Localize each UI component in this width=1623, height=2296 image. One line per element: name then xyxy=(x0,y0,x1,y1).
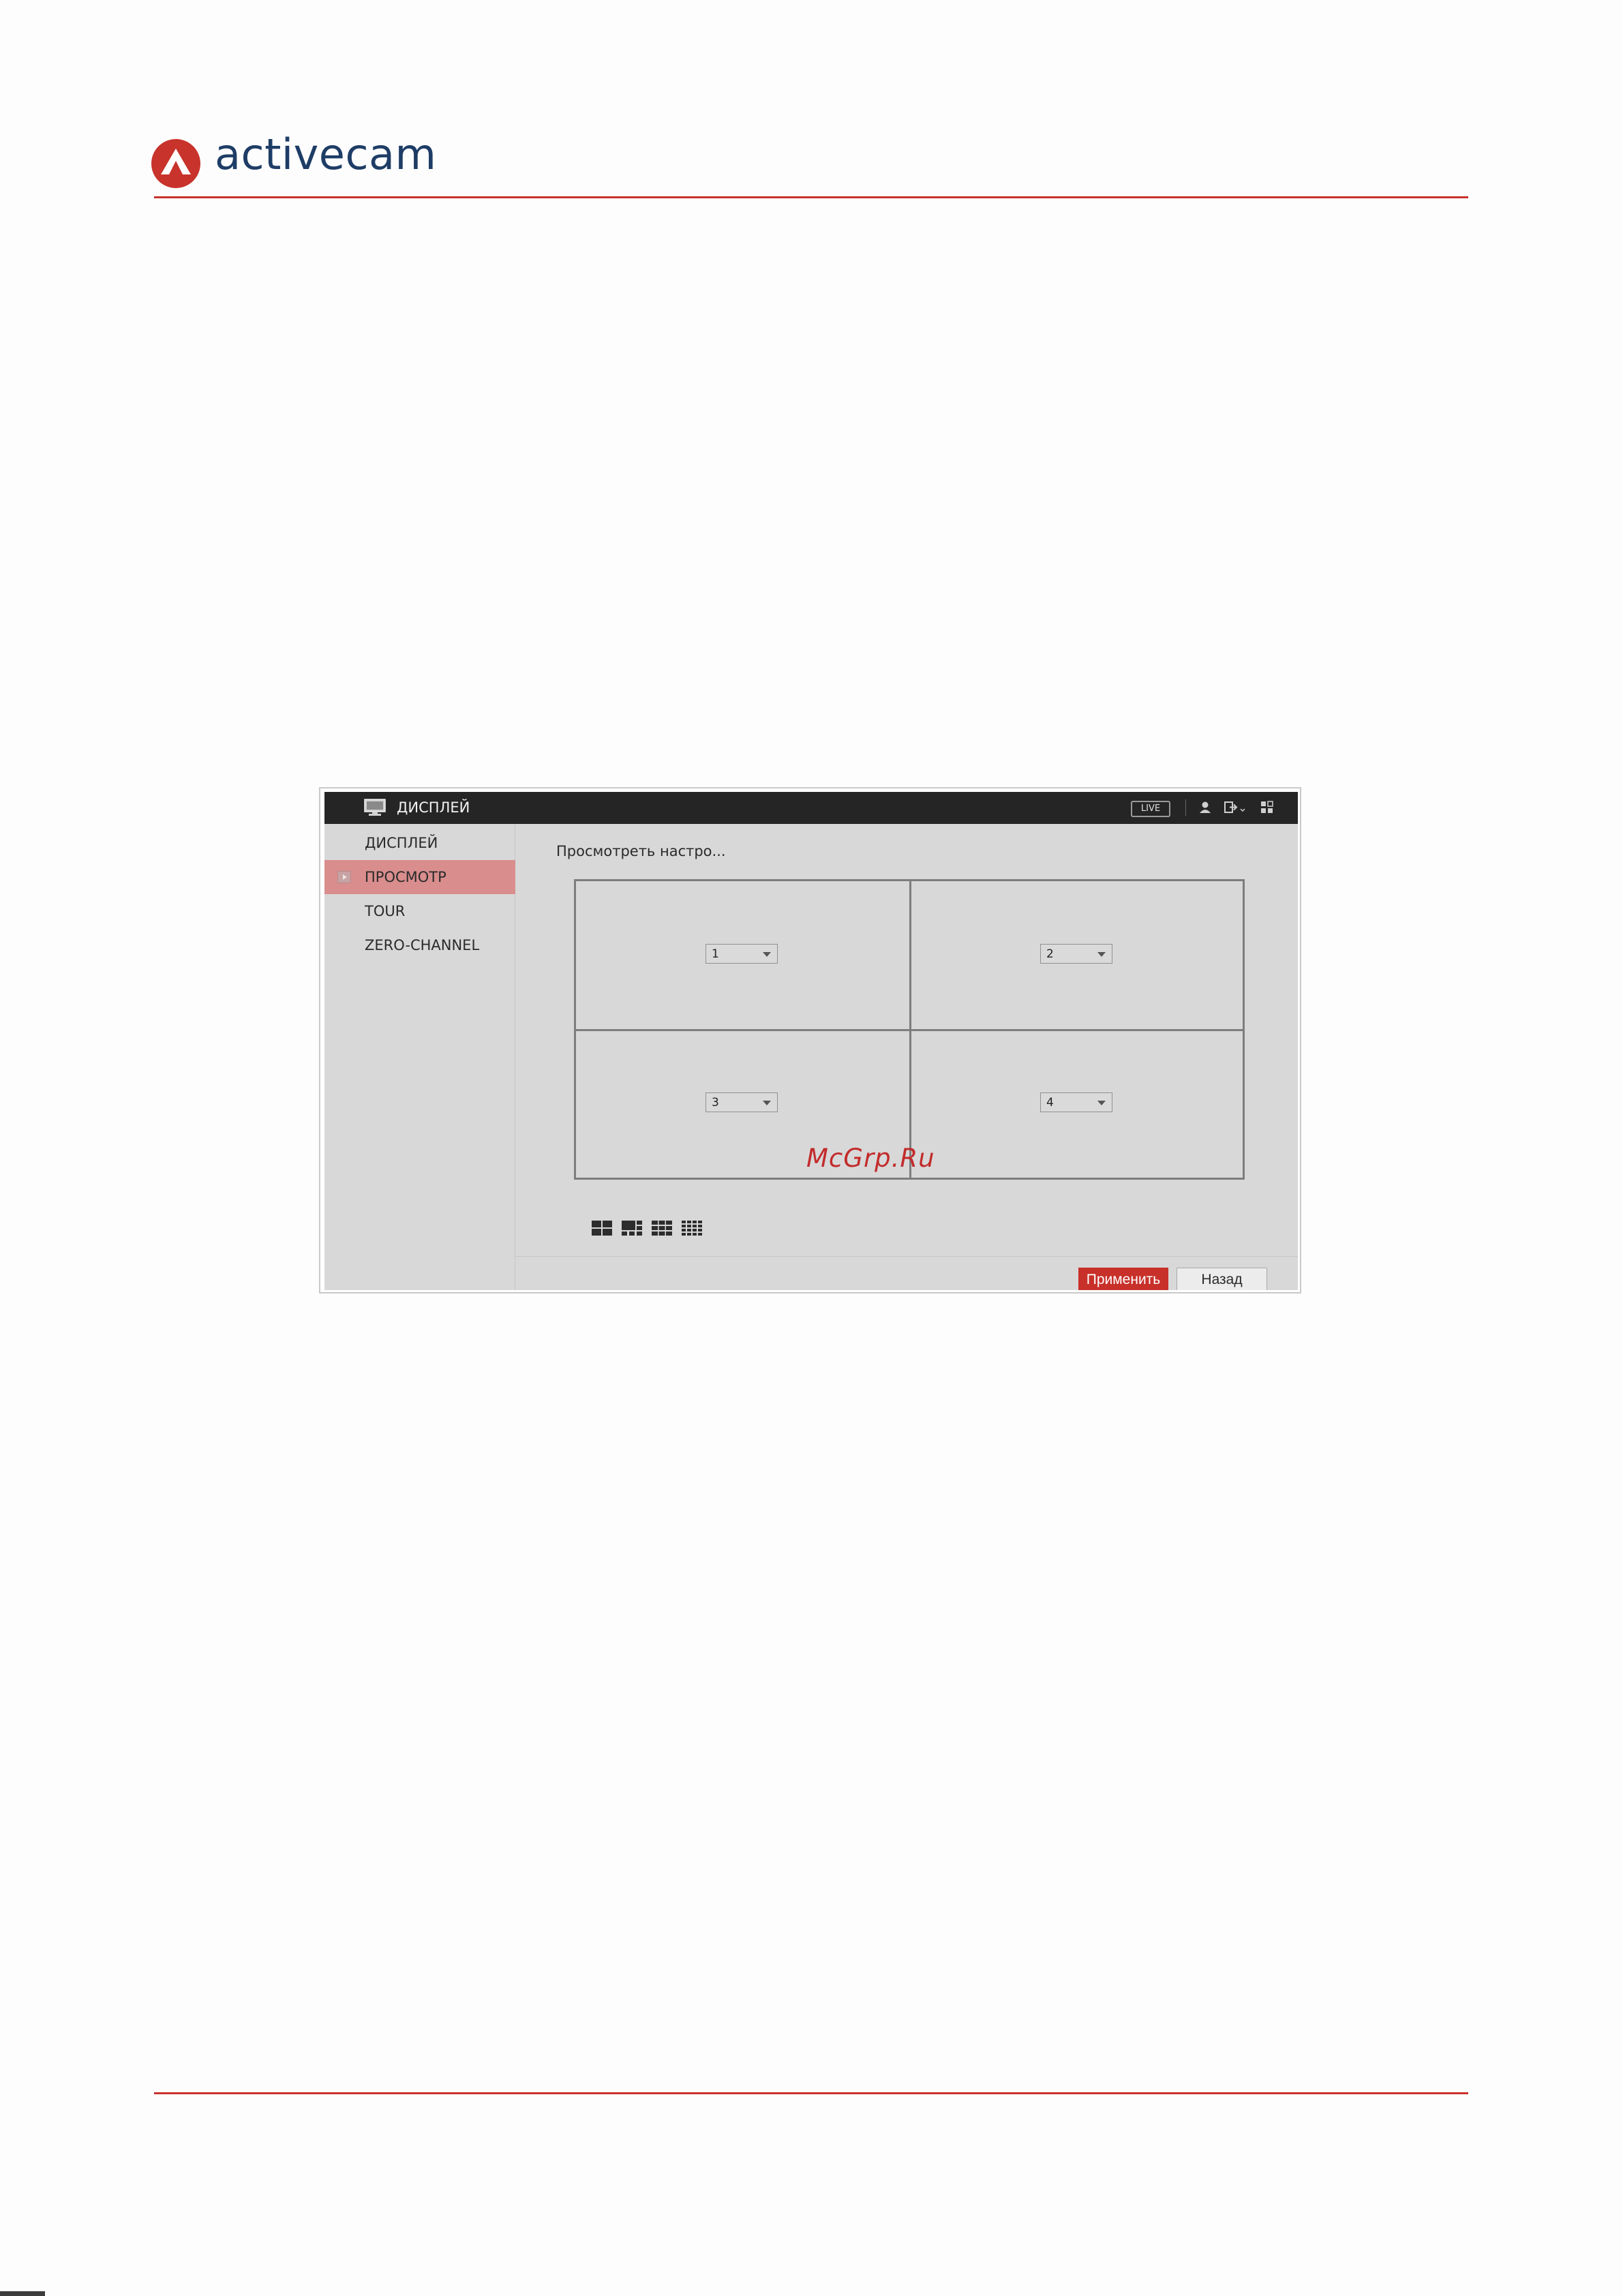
chevron-down-icon xyxy=(1097,1101,1106,1105)
screenshot-frame: ДИСПЛЕЙ LIVE ДИСПЛЕЙ ПРОСМОТР TOUR ZERO-… xyxy=(319,787,1301,1294)
footer-divider xyxy=(515,1256,1298,1257)
apply-button[interactable]: Применить xyxy=(1078,1268,1168,1290)
window-title: ДИСПЛЕЙ xyxy=(397,799,470,816)
content-area: Просмотреть настро... 1 2 3 4 McGrp.Ru П… xyxy=(515,824,1298,1290)
live-button[interactable]: LIVE xyxy=(1131,801,1170,817)
logo-mark-icon xyxy=(161,149,191,174)
layout-4-split-icon[interactable] xyxy=(592,1221,612,1236)
chevron-down-icon xyxy=(763,952,771,957)
sidebar-item-zero-channel[interactable]: ZERO-CHANNEL xyxy=(324,928,515,962)
title-separator xyxy=(1185,799,1186,816)
channel-select-3[interactable]: 3 xyxy=(706,1092,778,1112)
layout-8-split-icon[interactable] xyxy=(652,1221,672,1236)
sidebar-item-tour[interactable]: TOUR xyxy=(324,894,515,928)
title-bar: ДИСПЛЕЙ LIVE xyxy=(324,792,1298,824)
channel-select-value: 4 xyxy=(1046,1096,1054,1109)
back-button[interactable]: Назад xyxy=(1177,1268,1267,1290)
sidebar-item-label: ПРОСМОТР xyxy=(365,869,446,885)
channel-select-4[interactable]: 4 xyxy=(1040,1092,1112,1112)
brand-name: activecam xyxy=(215,129,437,179)
channel-select-value: 2 xyxy=(1046,947,1054,961)
preview-layout-grid: 1 2 3 4 McGrp.Ru xyxy=(574,879,1245,1180)
sidebar-item-label: ДИСПЛЕЙ xyxy=(365,835,438,851)
watermark-text: McGrp.Ru xyxy=(806,1144,935,1173)
sidebar-item-preview[interactable]: ПРОСМОТР xyxy=(324,860,515,894)
logout-icon[interactable] xyxy=(1224,800,1247,815)
layout-6-split-icon[interactable] xyxy=(622,1221,642,1236)
corner-mark xyxy=(0,2291,45,2296)
play-marker-icon xyxy=(337,871,351,883)
sidebar: ДИСПЛЕЙ ПРОСМОТР TOUR ZERO-CHANNEL xyxy=(324,824,515,1290)
channel-select-value: 1 xyxy=(712,947,719,961)
user-icon[interactable] xyxy=(1198,800,1212,815)
grid-icon[interactable] xyxy=(1260,801,1274,814)
activecam-logo xyxy=(151,139,200,188)
footer-rule xyxy=(154,2092,1468,2094)
section-label: Просмотреть настро... xyxy=(556,843,726,859)
channel-select-value: 3 xyxy=(712,1096,719,1109)
chevron-down-icon xyxy=(1097,952,1106,957)
dvr-window: ДИСПЛЕЙ LIVE ДИСПЛЕЙ ПРОСМОТР TOUR ZERO-… xyxy=(324,792,1298,1290)
monitor-icon xyxy=(364,799,386,816)
header-rule xyxy=(154,196,1468,198)
layout-16-split-icon[interactable] xyxy=(682,1221,702,1236)
sidebar-item-display[interactable]: ДИСПЛЕЙ xyxy=(324,826,515,860)
chevron-down-icon xyxy=(763,1101,771,1105)
sidebar-item-label: TOUR xyxy=(365,903,406,919)
channel-select-2[interactable]: 2 xyxy=(1040,944,1112,964)
sidebar-item-label: ZERO-CHANNEL xyxy=(365,937,480,953)
channel-select-1[interactable]: 1 xyxy=(706,944,778,964)
grid-divider-horizontal xyxy=(576,1029,1243,1031)
